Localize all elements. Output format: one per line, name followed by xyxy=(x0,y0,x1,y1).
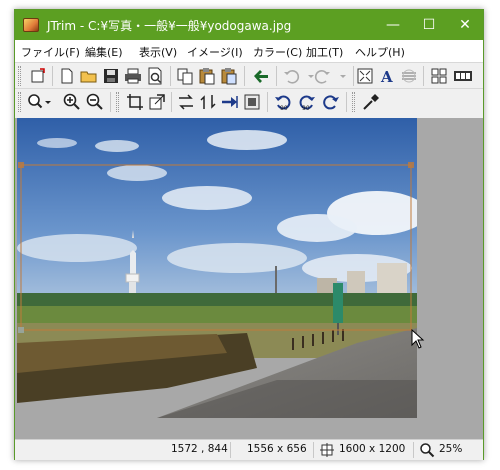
resize-icon[interactable] xyxy=(147,92,167,112)
status-bar: 1572 , 844 1556 x 656 1600 x 1200 25% xyxy=(15,439,483,460)
toolbar-grip[interactable] xyxy=(116,92,119,112)
eyedropper-icon[interactable] xyxy=(361,92,381,112)
toolbar-separator xyxy=(423,66,424,86)
save-icon[interactable] xyxy=(101,66,121,86)
maximize-button[interactable]: ☐ xyxy=(411,10,447,40)
toolbar-grip[interactable] xyxy=(18,92,21,112)
title-bar[interactable]: JTrim - C:¥写真・一般¥一般¥yodogawa.jpg — ☐ ✕ xyxy=(15,10,483,40)
rotate-free-icon[interactable] xyxy=(321,92,341,112)
menu-process[interactable]: 加工(T) xyxy=(306,44,343,60)
main-toolbar: A xyxy=(15,62,483,89)
image-size-icon xyxy=(319,442,335,461)
toolbar-separator xyxy=(276,66,277,86)
copy-icon[interactable] xyxy=(175,66,195,86)
arrow-right-icon[interactable] xyxy=(220,92,240,112)
redo-icon[interactable] xyxy=(313,66,333,86)
image-size: 1600 x 1200 xyxy=(339,443,406,455)
window-title: JTrim - C:¥写真・一般¥一般¥yodogawa.jpg xyxy=(47,19,292,33)
menu-image[interactable]: イメージ(I) xyxy=(187,44,243,60)
redo-dropdown-icon[interactable] xyxy=(333,66,353,86)
edit-toolbar: 90 90 xyxy=(15,88,483,115)
undo-icon[interactable] xyxy=(281,66,301,86)
toolbar-separator xyxy=(346,92,347,112)
photo-image[interactable] xyxy=(17,118,417,418)
new-file-icon[interactable] xyxy=(57,66,77,86)
toolbar-separator xyxy=(244,66,245,86)
close-button[interactable]: ✕ xyxy=(447,10,483,40)
menu-color[interactable]: カラー(C) xyxy=(253,44,302,60)
app-icon xyxy=(23,18,39,32)
status-separator xyxy=(413,442,414,458)
svg-text:90: 90 xyxy=(280,105,288,112)
filmstrip-icon[interactable] xyxy=(453,66,473,86)
fit-window-icon[interactable] xyxy=(355,66,375,86)
crop-icon[interactable] xyxy=(125,92,145,112)
image-canvas[interactable] xyxy=(15,118,483,439)
zoom-out-icon[interactable] xyxy=(85,92,105,112)
paste-icon[interactable] xyxy=(197,66,217,86)
open-folder-icon[interactable] xyxy=(79,66,99,86)
toolbar-separator xyxy=(353,66,354,86)
menu-view[interactable]: 表示(V) xyxy=(139,44,177,60)
minimize-button[interactable]: — xyxy=(375,10,411,40)
frame-icon[interactable] xyxy=(242,92,262,112)
toolbar-separator xyxy=(267,92,268,112)
toolbar-separator xyxy=(52,66,53,86)
menu-help[interactable]: ヘルプ(H) xyxy=(355,44,405,60)
toolbar-grip[interactable] xyxy=(18,66,21,86)
selection-size: 1556 x 656 xyxy=(247,443,307,455)
rotate-right-90-icon[interactable]: 90 xyxy=(297,92,317,112)
thumbnail-grid-icon[interactable] xyxy=(429,66,449,86)
zoom-icon xyxy=(419,442,435,461)
select-icon[interactable] xyxy=(28,66,48,86)
toolbar-grip[interactable] xyxy=(352,92,355,112)
wave-icon[interactable] xyxy=(399,66,419,86)
svg-text:90: 90 xyxy=(302,105,310,112)
capture-icon[interactable] xyxy=(251,66,271,86)
app-window: JTrim - C:¥写真・一般¥一般¥yodogawa.jpg — ☐ ✕ フ… xyxy=(14,9,484,460)
text-icon[interactable]: A xyxy=(377,66,397,86)
menu-file[interactable]: ファイル(F) xyxy=(21,44,80,60)
toolbar-separator xyxy=(110,92,111,112)
zoom-dropdown-icon[interactable] xyxy=(26,92,52,112)
status-separator xyxy=(313,442,314,458)
toolbar-separator xyxy=(171,92,172,112)
paste-new-icon[interactable] xyxy=(219,66,239,86)
flip-horizontal-icon[interactable] xyxy=(176,92,196,112)
print-icon[interactable] xyxy=(123,66,143,86)
zoom-level: 25% xyxy=(439,443,463,455)
menu-bar: ファイル(F) 編集(E) 表示(V) イメージ(I) カラー(C) 加工(T)… xyxy=(15,40,483,62)
flip-vertical-icon[interactable] xyxy=(198,92,218,112)
status-separator xyxy=(230,442,231,458)
menu-edit[interactable]: 編集(E) xyxy=(85,44,123,60)
svg-text:A: A xyxy=(380,68,393,86)
toolbar-separator xyxy=(170,66,171,86)
zoom-in-icon[interactable] xyxy=(62,92,82,112)
cursor-position: 1572 , 844 xyxy=(171,443,228,455)
print-preview-icon[interactable] xyxy=(145,66,165,86)
mouse-cursor-icon xyxy=(411,328,425,353)
rotate-left-90-icon[interactable]: 90 xyxy=(273,92,293,112)
